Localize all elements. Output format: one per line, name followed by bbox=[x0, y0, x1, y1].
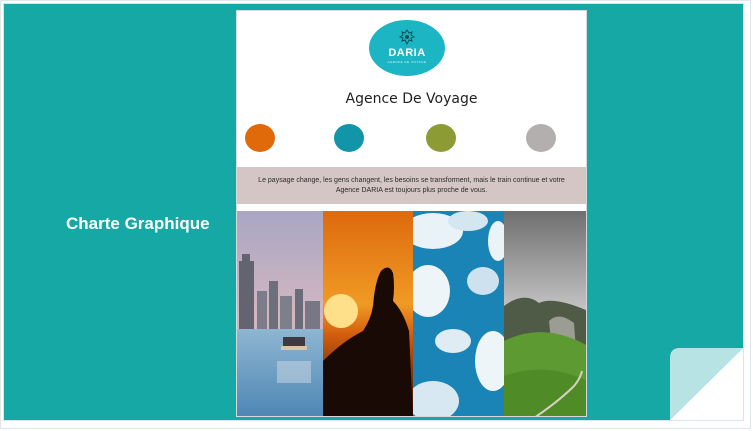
mountain-meadow-photo bbox=[504, 211, 586, 416]
side-title: Charte Graphique bbox=[66, 214, 210, 233]
color-swatch-grey bbox=[526, 124, 556, 152]
agency-title: Agence De Voyage bbox=[345, 91, 478, 107]
page-curl-corner bbox=[670, 348, 743, 420]
color-swatch-olive bbox=[426, 124, 456, 152]
tagline: Le paysage change, les gens changent, le… bbox=[237, 167, 586, 204]
logo-emblem-icon bbox=[398, 28, 416, 45]
sunset-silhouette-photo bbox=[323, 211, 413, 416]
brand-card: DARIA AGENCE DE VOYAGE Agence De Voyage … bbox=[236, 10, 587, 417]
logo-subtitle: AGENCE DE VOYAGE bbox=[387, 59, 427, 64]
logo-name: DARIA bbox=[388, 46, 426, 59]
photo-strip bbox=[237, 211, 586, 416]
color-swatch-teal bbox=[334, 124, 364, 152]
sky-clouds-photo bbox=[413, 211, 504, 416]
color-swatch-orange bbox=[245, 124, 275, 152]
logo: DARIA AGENCE DE VOYAGE bbox=[369, 20, 445, 76]
city-skyline-photo bbox=[237, 211, 323, 416]
